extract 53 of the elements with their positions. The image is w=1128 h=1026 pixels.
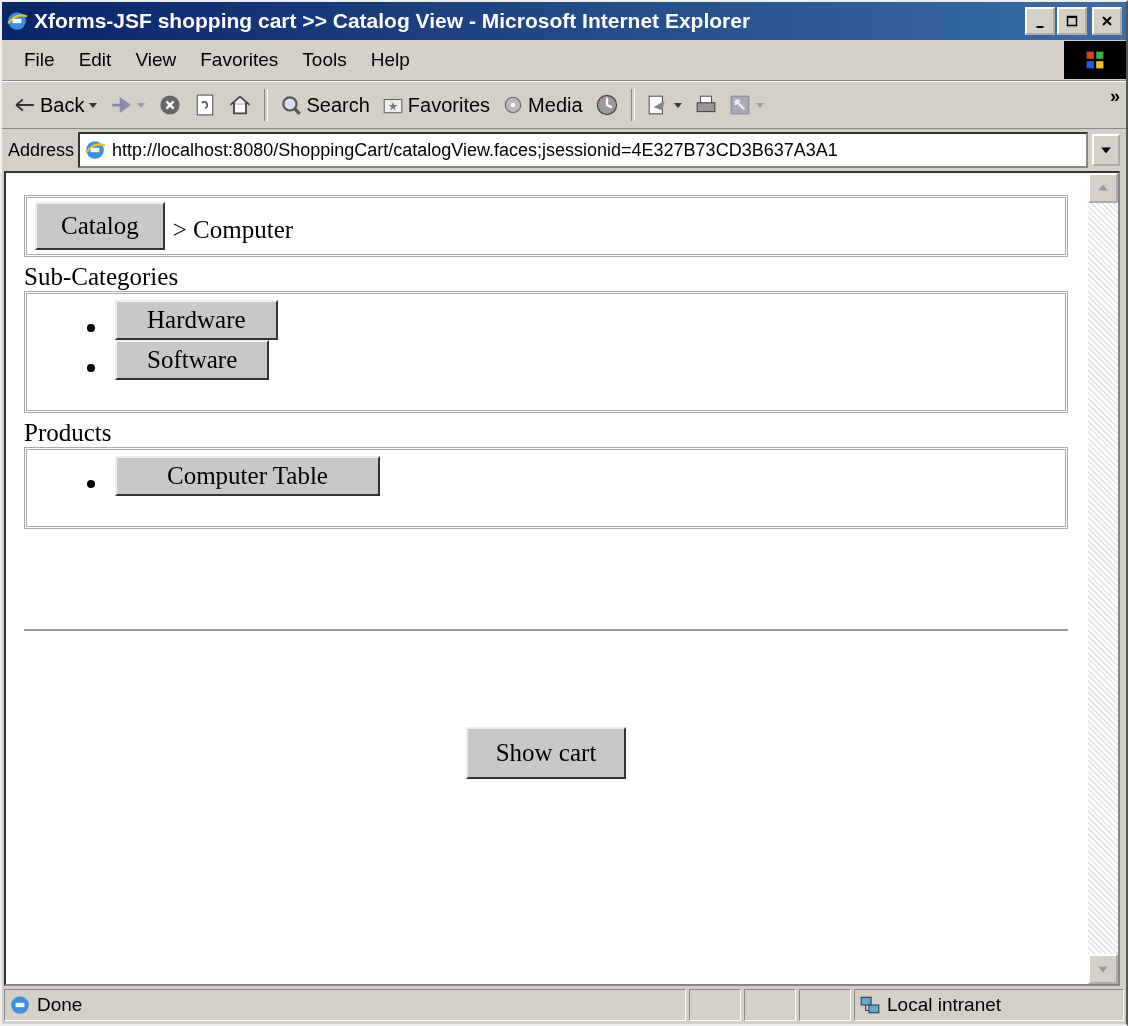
caret-icon xyxy=(754,100,765,110)
menu-item[interactable]: View xyxy=(123,45,189,75)
scroll-up-button[interactable] xyxy=(1088,173,1118,203)
dropdown-button[interactable] xyxy=(1092,134,1120,166)
left-arrow-icon xyxy=(14,97,36,113)
breadcrumb-text: > Computer xyxy=(172,216,294,244)
minimize-icon xyxy=(1036,26,1044,28)
menu-item[interactable]: Help xyxy=(358,45,422,75)
maximize-button[interactable] xyxy=(1057,7,1087,35)
search-button[interactable]: Search xyxy=(274,89,376,121)
page-icon xyxy=(84,139,107,161)
caret-icon xyxy=(672,100,683,110)
show-cart-button[interactable]: Show cart xyxy=(465,727,627,779)
caret-icon xyxy=(88,100,99,110)
more-button[interactable]: » xyxy=(1104,82,1126,111)
bullet-icon xyxy=(87,480,95,488)
status-panel xyxy=(744,989,796,1021)
address-label: Address xyxy=(8,139,75,161)
section-title: Products xyxy=(24,419,113,447)
scroll-down-button[interactable] xyxy=(1088,954,1118,984)
network-icon xyxy=(859,994,881,1016)
back-button[interactable]: Back xyxy=(8,89,105,121)
menu-item[interactable]: Tools xyxy=(290,45,359,75)
address-field[interactable]: http://localhost:8080/ShoppingCart/catalogView.faces;jsessionid=4E327B73CD3B637A3A1 xyxy=(78,132,1088,168)
windows-logo-icon xyxy=(1064,41,1126,79)
menu-item[interactable]: Favorites xyxy=(188,45,291,75)
maximize-icon xyxy=(1066,15,1078,27)
menu-item[interactable]: Edit xyxy=(66,45,124,75)
favorites-button[interactable]: Favorites xyxy=(375,89,497,121)
media-button[interactable]: Media xyxy=(496,89,589,121)
close-button[interactable] xyxy=(1092,7,1122,35)
edit-icon xyxy=(728,94,751,116)
browser-icon xyxy=(6,10,28,32)
catalog-button[interactable]: Catalog xyxy=(35,202,165,250)
clock-icon xyxy=(594,93,619,117)
window-title: Xforms-JSF shopping cart >> Catalog View - Microsoft Internet Explorer xyxy=(34,9,752,33)
search-icon xyxy=(280,94,303,116)
status-panel xyxy=(799,989,851,1021)
bullet-icon xyxy=(87,324,95,332)
item-button[interactable]: Computer Table xyxy=(115,456,380,496)
page-icon xyxy=(9,994,31,1016)
status-panel xyxy=(689,989,741,1021)
zone-text: Local intranet xyxy=(887,994,1002,1016)
bullet-icon xyxy=(87,364,95,372)
item-button[interactable]: Hardware xyxy=(115,300,278,340)
right-arrow-icon xyxy=(110,97,133,113)
home-icon xyxy=(228,93,253,117)
item-button[interactable]: Software xyxy=(115,340,270,380)
caret-icon xyxy=(136,100,147,110)
close-icon xyxy=(1101,15,1113,27)
menu-item[interactable]: File xyxy=(12,45,67,75)
status-text: Done xyxy=(37,994,83,1016)
section-title: Sub-Categories xyxy=(24,263,180,291)
